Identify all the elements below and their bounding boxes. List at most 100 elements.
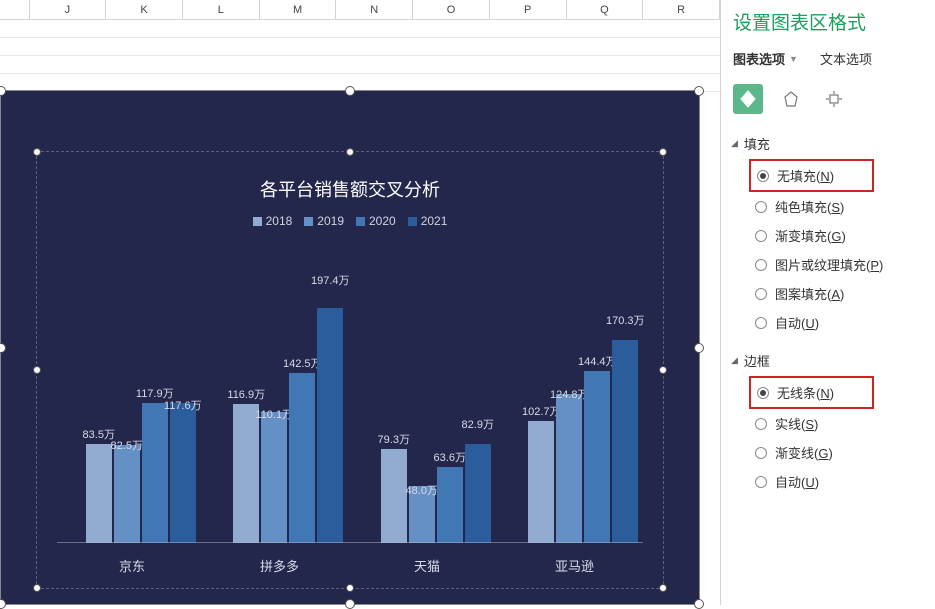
bar-data-label: 197.4万 [311,272,350,288]
legend-label: 2018 [266,214,293,228]
tab-text-options[interactable]: 文本选项 [820,49,872,68]
plot-handle[interactable] [33,366,41,374]
chart-bar[interactable]: 110.1万 [261,412,287,543]
section-border-header[interactable]: ◢ 边框 [731,345,935,376]
bar-cluster: 79.3万48.0万63.6万82.9万 [362,242,510,543]
radio-border-none[interactable]: 无线条(N) [757,380,869,405]
chart-bar[interactable]: 82.9万 [465,444,491,543]
tab-chart-options[interactable]: 图表选项 ▼ [733,49,798,68]
col-header[interactable]: K [106,0,183,19]
col-header[interactable]: J [30,0,107,19]
col-header[interactable]: R [643,0,720,19]
radio-border-auto[interactable]: 自动(U) [755,467,935,496]
column-header-row: J K L M N O P Q R [0,0,720,20]
category-label[interactable]: 京东 [67,556,197,575]
section-fill-header[interactable]: ◢ 填充 [731,128,935,159]
radio-label: 图片或纹理填充(P) [775,255,883,274]
radio-fill-none[interactable]: 无填充(N) [757,163,869,188]
radio-icon [755,201,767,213]
plot-handle[interactable] [659,148,667,156]
category-label[interactable]: 亚马逊 [510,556,640,575]
bar-data-label: 48.0万 [406,482,438,498]
resize-handle-se[interactable] [694,599,704,609]
plot-handle[interactable] [33,148,41,156]
chart-bar[interactable]: 170.3万 [612,340,638,543]
chart-bar[interactable]: 197.4万 [317,308,343,543]
resize-handle-s[interactable] [345,599,355,609]
radio-fill-pattern[interactable]: 图案填充(A) [755,279,935,308]
radio-label: 无线条(N) [777,383,834,402]
resize-handle-nw[interactable] [0,86,6,96]
legend-item[interactable]: 2020 [356,214,396,228]
col-header[interactable]: M [260,0,337,19]
bar-data-label: 110.1万 [255,406,293,422]
format-pane-tabs: 图表选项 ▼ 文本选项 [731,45,935,78]
chevron-down-icon: ▼ [789,54,798,64]
fill-line-icon[interactable] [733,84,763,114]
legend-item[interactable]: 2021 [408,214,448,228]
size-properties-icon[interactable] [819,84,849,114]
resize-handle-ne[interactable] [694,86,704,96]
legend-label: 2020 [369,214,396,228]
radio-fill-auto[interactable]: 自动(U) [755,308,935,337]
chart-object[interactable]: 各平台销售额交叉分析 2018201920202021 83.5万82.5万11… [0,90,700,605]
bar-cluster: 83.5万82.5万117.9万117.6万 [67,242,215,543]
col-header[interactable]: Q [567,0,644,19]
tab-label: 图表选项 [733,49,785,68]
chart-bar[interactable]: 102.7万 [528,421,554,543]
triangle-down-icon: ◢ [731,138,738,149]
radio-icon [757,170,769,182]
chart-bar[interactable]: 144.4万 [584,371,610,543]
legend-swatch [253,217,262,226]
col-header[interactable]: P [490,0,567,19]
chart-title[interactable]: 各平台销售额交叉分析 [37,152,663,202]
category-label[interactable]: 天猫 [362,556,492,575]
radio-border-gradient[interactable]: 渐变线(G) [755,438,935,467]
radio-border-solid[interactable]: 实线(S) [755,409,935,438]
plot-handle[interactable] [659,584,667,592]
radio-label: 自动(U) [775,472,819,491]
chart-bar[interactable]: 83.5万 [86,444,112,543]
plot-handle[interactable] [346,148,354,156]
chart-bar[interactable]: 117.6万 [170,403,196,543]
plot-handle[interactable] [33,584,41,592]
chart-bar[interactable]: 63.6万 [437,467,463,543]
grid-rows[interactable] [0,20,720,90]
resize-handle-n[interactable] [345,86,355,96]
radio-label: 无填充(N) [777,166,834,185]
chart-legend[interactable]: 2018 2019 2020 2021 [37,214,663,228]
highlight-fill-none: 无填充(N) [749,159,874,192]
chart-category-axis[interactable]: 京东拼多多天猫亚马逊 [57,556,643,576]
chart-bar[interactable]: 142.5万 [289,373,315,543]
resize-handle-sw[interactable] [0,599,6,609]
legend-swatch [408,217,417,226]
col-header[interactable]: L [183,0,260,19]
legend-item[interactable]: 2018 [253,214,293,228]
resize-handle-e[interactable] [694,343,704,353]
chart-bar[interactable]: 79.3万 [381,449,407,543]
border-radio-group: 实线(S) 渐变线(G) 自动(U) [731,409,935,496]
plot-handle[interactable] [346,584,354,592]
chart-bar[interactable]: 48.0万 [409,486,435,543]
col-header[interactable]: O [413,0,490,19]
radio-fill-picture[interactable]: 图片或纹理填充(P) [755,250,935,279]
col-header[interactable]: N [336,0,413,19]
radio-fill-gradient[interactable]: 渐变填充(G) [755,221,935,250]
bar-data-label: 124.8万 [550,386,589,402]
category-label[interactable]: 拼多多 [215,556,345,575]
chart-bar[interactable]: 117.9万 [142,403,168,543]
chart-plot-selection[interactable]: 各平台销售额交叉分析 2018201920202021 83.5万82.5万11… [36,151,664,589]
legend-label: 2021 [421,214,448,228]
chart-bar[interactable]: 124.8万 [556,394,582,543]
chart-bar[interactable]: 82.5万 [114,445,140,543]
effects-icon[interactable] [776,84,806,114]
chart-bar[interactable]: 116.9万 [233,404,259,543]
radio-label: 自动(U) [775,313,819,332]
legend-item[interactable]: 2019 [304,214,344,228]
chart-plot-area[interactable]: 83.5万82.5万117.9万117.6万 116.9万110.1万142.5万… [57,242,643,543]
plot-handle[interactable] [659,366,667,374]
radio-icon [757,387,769,399]
radio-fill-solid[interactable]: 纯色填充(S) [755,192,935,221]
bar-data-label: 170.3万 [606,312,645,328]
resize-handle-w[interactable] [0,343,6,353]
